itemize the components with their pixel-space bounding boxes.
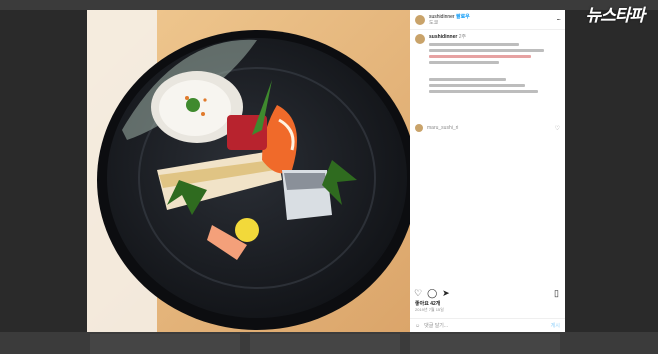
share-icon[interactable]: ➤	[442, 288, 450, 299]
caption-time: 2주	[458, 34, 467, 40]
caption-text-line	[429, 49, 545, 52]
heart-icon[interactable]: ♡	[555, 125, 560, 132]
comment-item: maru_sushi_ri ♡	[415, 124, 560, 132]
post-username[interactable]: sushidinner	[429, 14, 455, 20]
avatar[interactable]	[415, 14, 425, 25]
post-date: 2019년 7월 15일	[415, 307, 444, 312]
caption-username[interactable]: sushidinner	[429, 34, 457, 40]
add-comment-bar: ☺ 댓글 달기... 게시	[410, 318, 565, 332]
post-comment-button[interactable]: 게시	[551, 322, 560, 329]
caption-text-line	[429, 78, 506, 81]
post-location[interactable]: 도쿄	[429, 20, 470, 26]
avatar[interactable]	[415, 124, 423, 132]
add-comment-input[interactable]: 댓글 달기...	[424, 322, 448, 329]
watermark-logo: 뉴스타파	[585, 6, 645, 26]
comment-username[interactable]: maru_sushi_ri	[427, 125, 458, 131]
caption-text-line	[429, 61, 500, 64]
background-thumbnail[interactable]	[250, 334, 400, 354]
caption-text-line	[429, 43, 519, 46]
post-actions: ♡ ◯ ➤ ▯	[414, 287, 559, 299]
caption-text-line	[429, 84, 525, 87]
post-header: sushidinner 팔로우 도쿄 ...	[410, 10, 565, 30]
likes-count[interactable]: 좋아요 42개	[415, 300, 440, 307]
comment-icon[interactable]: ◯	[427, 288, 437, 299]
avatar[interactable]	[415, 34, 425, 44]
caption-text-line	[429, 55, 532, 58]
background-thumbnail[interactable]	[90, 334, 240, 354]
post-image[interactable]	[87, 10, 410, 332]
more-icon[interactable]: ...	[556, 13, 561, 22]
post-modal: sushidinner 팔로우 도쿄 ... sushidinner 2주 ma…	[87, 10, 565, 332]
caption-text-line	[429, 90, 538, 93]
post-side-panel: sushidinner 팔로우 도쿄 ... sushidinner 2주 ma…	[410, 10, 565, 332]
background-top-strip	[0, 0, 658, 10]
sashimi-plate-illustration	[87, 10, 410, 332]
post-author-block: sushidinner 팔로우 도쿄	[429, 14, 470, 26]
heart-icon[interactable]: ♡	[414, 288, 422, 299]
caption-body: sushidinner 2주	[429, 34, 557, 96]
follow-button[interactable]: 팔로우	[456, 14, 470, 20]
bookmark-icon[interactable]: ▯	[554, 288, 559, 299]
post-caption: sushidinner 2주	[415, 34, 557, 96]
background-thumbnail[interactable]	[410, 334, 560, 354]
emoji-icon[interactable]: ☺	[415, 323, 420, 329]
